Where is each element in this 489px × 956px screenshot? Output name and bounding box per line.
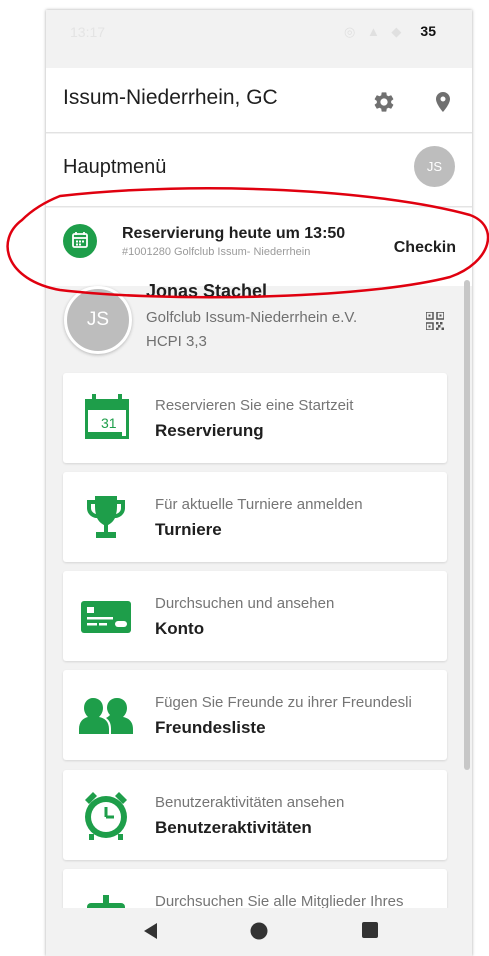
checkin-button[interactable]: Checkin <box>394 239 456 257</box>
app-bar: Issum-Niederrhein, GC <box>46 68 472 133</box>
back-icon[interactable] <box>142 922 158 940</box>
calendar-day-label: 31 <box>101 415 117 431</box>
menu-card-subtitle: Durchsuchen und ansehen <box>155 595 335 612</box>
menu-card-freundesliste[interactable]: Fügen Sie Freunde zu ihrer Freundesli Fr… <box>63 670 447 760</box>
status-time: 13:17 <box>70 24 106 40</box>
status-bar: 13:17 ◎ ▲ ◆ 35 <box>46 10 472 54</box>
profile-avatar[interactable]: JS <box>64 286 132 354</box>
menu-card-title: Konto <box>155 619 205 638</box>
menu-card-title: Reservierung <box>155 421 264 440</box>
system-nav-bar <box>46 908 472 956</box>
menu-card-subtitle: Reservieren Sie eine Startzeit <box>155 397 354 414</box>
calendar-icon: 31 <box>85 394 129 439</box>
menu-card-title: Turniere <box>155 520 222 539</box>
menu-card-subtitle: Benutzeraktivitäten ansehen <box>155 794 345 811</box>
menu-card-benutzeraktivitaeten[interactable]: Benutzeraktivitäten ansehen Benutzerakti… <box>63 770 447 860</box>
menu-card-reservierung[interactable]: 31 Reservieren Sie eine Startzeit Reserv… <box>63 373 447 463</box>
menu-card-title: Freundesliste <box>155 718 266 737</box>
reservation-subtitle: #1001280 Golfclub Issum- Niederrhein <box>122 246 311 258</box>
alarm-clock-icon <box>85 792 127 840</box>
reservation-banner[interactable]: Reservierung heute um 13:50 #1001280 Gol… <box>46 208 472 286</box>
club-title: Issum-Niederrhein, GC <box>63 86 278 109</box>
menu-card-konto[interactable]: Durchsuchen und ansehen Konto <box>63 571 447 661</box>
location-pin-icon[interactable] <box>431 90 455 114</box>
menu-card-subtitle: Fügen Sie Freunde zu ihrer Freundesli <box>155 694 412 711</box>
signal-icons: ◎ ▲ ◆ <box>344 24 406 39</box>
avatar[interactable]: JS <box>414 146 455 187</box>
profile-hcpi: HCPI 3,3 <box>146 333 207 350</box>
trophy-icon <box>87 496 125 538</box>
menu-card-title: Benutzeraktivitäten <box>155 818 312 837</box>
friends-icon <box>79 698 133 734</box>
menu-title: Hauptmenü <box>63 156 167 178</box>
gear-icon[interactable] <box>372 90 396 114</box>
reservation-title: Reservierung heute um 13:50 <box>122 225 346 242</box>
card-icon <box>81 601 131 633</box>
calendar-badge-icon <box>63 224 97 258</box>
scrollbar[interactable] <box>464 280 470 770</box>
menu-header: Hauptmenü JS <box>46 134 472 207</box>
battery-level: 35 <box>420 23 436 39</box>
profile-name: Jonas Stachel <box>146 281 268 301</box>
home-icon[interactable] <box>250 922 268 940</box>
recents-icon[interactable] <box>362 922 378 938</box>
menu-card-subtitle: Für aktuelle Turniere anmelden <box>155 496 363 513</box>
qr-code-icon[interactable] <box>426 312 444 330</box>
phone-screen: 13:17 ◎ ▲ ◆ 35 Issum-Niederrhein, GC Hau… <box>46 10 472 956</box>
profile-section: JS Jonas Stachel Golfclub Issum-Niederrh… <box>46 278 472 378</box>
menu-card-turniere[interactable]: Für aktuelle Turniere anmelden Turniere <box>63 472 447 562</box>
profile-club: Golfclub Issum-Niederrhein e.V. <box>146 309 358 326</box>
